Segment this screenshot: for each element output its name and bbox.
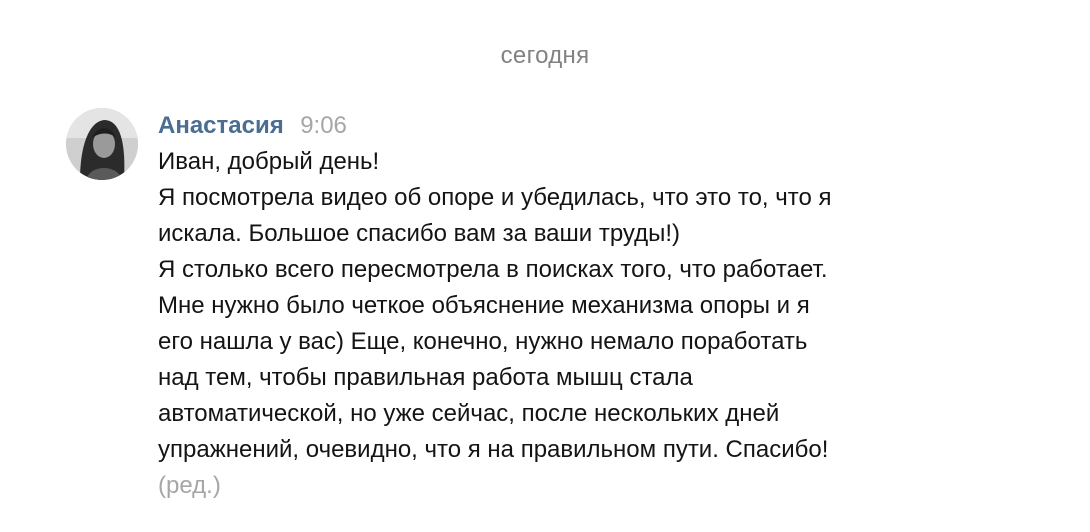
message-line: над тем, чтобы правильная работа мышц ст… xyxy=(158,364,693,391)
edited-label: (ред.) xyxy=(158,472,221,499)
message-line: Иван, добрый день! xyxy=(158,148,380,175)
message-body: Анастасия 9:06 Иван, добрый день! Я посм… xyxy=(158,108,1018,504)
message-text: Иван, добрый день! Я посмотрела видео об… xyxy=(158,144,1018,468)
message-line: упражнений, очевидно, что я на правильно… xyxy=(158,436,829,463)
message-header: Анастасия 9:06 xyxy=(158,108,1018,144)
message-line: искала. Большое спасибо вам за ваши труд… xyxy=(158,220,681,247)
author-name[interactable]: Анастасия xyxy=(158,112,284,139)
message-line: Я столько всего пересмотрела в поисках т… xyxy=(158,256,828,283)
avatar-photo-icon xyxy=(66,108,138,180)
message-line: Я посмотрела видео об опоре и убедилась,… xyxy=(158,184,832,211)
date-divider: сегодня xyxy=(500,42,590,69)
message-line: его нашла у вас) Еще, конечно, нужно нем… xyxy=(158,328,808,355)
message-line: Мне нужно было четкое объяснение механиз… xyxy=(158,292,810,319)
message-time[interactable]: 9:06 xyxy=(300,112,347,139)
message-line: автоматической, но уже сейчас, после нес… xyxy=(158,400,780,427)
avatar[interactable] xyxy=(66,108,138,180)
